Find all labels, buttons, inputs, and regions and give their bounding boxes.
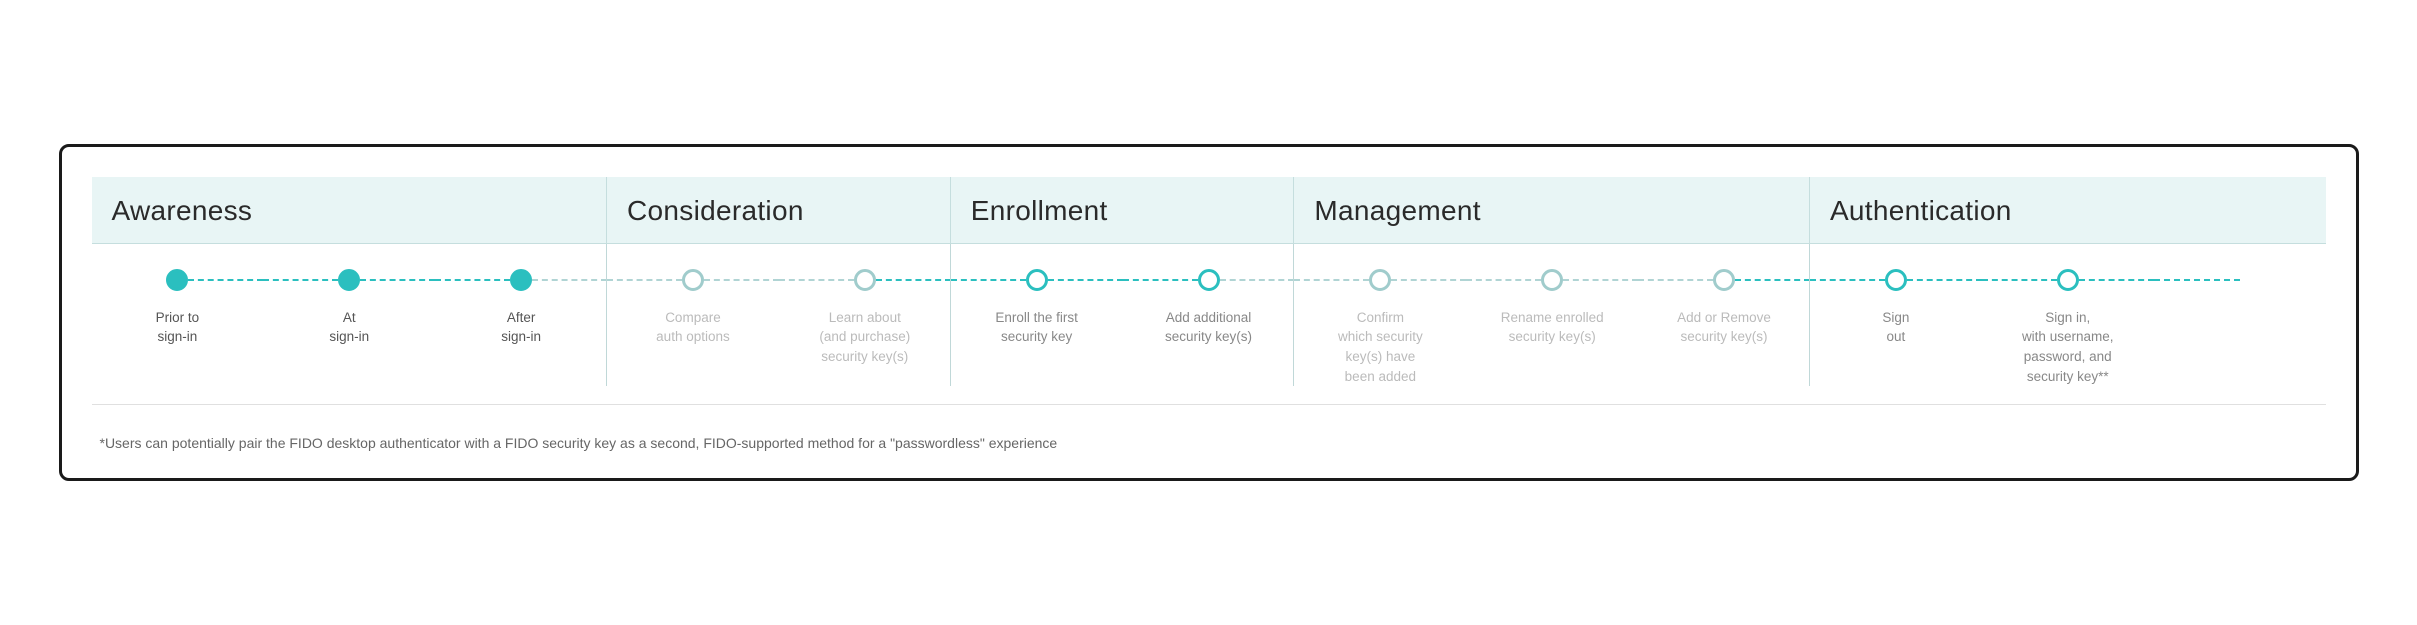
chart-area: Awareness Consideration Enrollment Manag… — [92, 177, 2326, 454]
node-sign-out — [1885, 269, 1907, 291]
chart-container: Awareness Consideration Enrollment Manag… — [59, 144, 2359, 481]
phase-title-consideration: Consideration — [627, 195, 804, 226]
phase-title-enrollment: Enrollment — [971, 195, 1108, 226]
step-rename-keys: Rename enrolledsecurity key(s) — [1466, 266, 1638, 386]
timeline-steps: Prior tosign-in Atsign-in Aftersign-in — [92, 243, 2326, 405]
phase-header-authentication: Authentication — [1810, 177, 2326, 243]
label-after-sign-in: Aftersign-in — [499, 308, 543, 347]
step-compare-auth: Compareauth options — [607, 266, 779, 386]
label-compare-auth: Compareauth options — [654, 308, 732, 347]
label-rename-keys: Rename enrolledsecurity key(s) — [1499, 308, 1606, 347]
node-after-sign-in — [510, 269, 532, 291]
phase-header-consideration: Consideration — [607, 177, 951, 243]
label-prior-to-sign-in: Prior tosign-in — [154, 308, 202, 347]
label-confirm-keys: Confirmwhich securitykey(s) havebeen add… — [1336, 308, 1425, 386]
phase-title-management: Management — [1314, 195, 1480, 226]
node-at-sign-in — [338, 269, 360, 291]
step-add-remove-keys: Add or Removesecurity key(s) — [1638, 266, 1810, 386]
node-enroll-first-key — [1026, 269, 1048, 291]
phase-title-awareness: Awareness — [112, 195, 253, 226]
step-learn-about-keys: Learn about(and purchase)security key(s) — [779, 266, 951, 386]
phase-headers: Awareness Consideration Enrollment Manag… — [92, 177, 2326, 243]
step-sign-out: Signout — [1810, 266, 1982, 386]
node-sign-in-credentials — [2057, 269, 2079, 291]
phase-header-enrollment: Enrollment — [951, 177, 1295, 243]
node-add-additional-keys — [1198, 269, 1220, 291]
node-prior-to-sign-in — [166, 269, 188, 291]
footer-note-text: *Users can potentially pair the FIDO des… — [100, 435, 1058, 451]
node-compare-auth — [682, 269, 704, 291]
label-add-remove-keys: Add or Removesecurity key(s) — [1675, 308, 1773, 347]
label-enroll-first-key: Enroll the firstsecurity key — [993, 308, 1080, 347]
phase-header-management: Management — [1294, 177, 1810, 243]
step-add-additional-keys: Add additionalsecurity key(s) — [1123, 266, 1295, 386]
step-after-sign-in: Aftersign-in — [435, 266, 607, 386]
phase-header-awareness: Awareness — [92, 177, 608, 243]
label-sign-in-credentials: Sign in,with username,password, andsecur… — [2020, 308, 2116, 386]
step-at-sign-in: Atsign-in — [263, 266, 435, 386]
label-learn-about-keys: Learn about(and purchase)security key(s) — [817, 308, 912, 367]
step-trailing — [2154, 266, 2326, 386]
node-add-remove-keys — [1713, 269, 1735, 291]
node-learn-about-keys — [854, 269, 876, 291]
footer-note: *Users can potentially pair the FIDO des… — [92, 433, 2326, 454]
phase-title-authentication: Authentication — [1830, 195, 2012, 226]
step-enroll-first-key: Enroll the firstsecurity key — [951, 266, 1123, 386]
node-rename-keys — [1541, 269, 1563, 291]
label-at-sign-in: Atsign-in — [327, 308, 371, 347]
step-sign-in-credentials: Sign in,with username,password, andsecur… — [1982, 266, 2154, 386]
step-confirm-keys: Confirmwhich securitykey(s) havebeen add… — [1294, 266, 1466, 386]
label-add-additional-keys: Add additionalsecurity key(s) — [1163, 308, 1254, 347]
node-confirm-keys — [1369, 269, 1391, 291]
label-sign-out: Signout — [1880, 308, 1911, 347]
step-prior-to-sign-in: Prior tosign-in — [92, 266, 264, 386]
